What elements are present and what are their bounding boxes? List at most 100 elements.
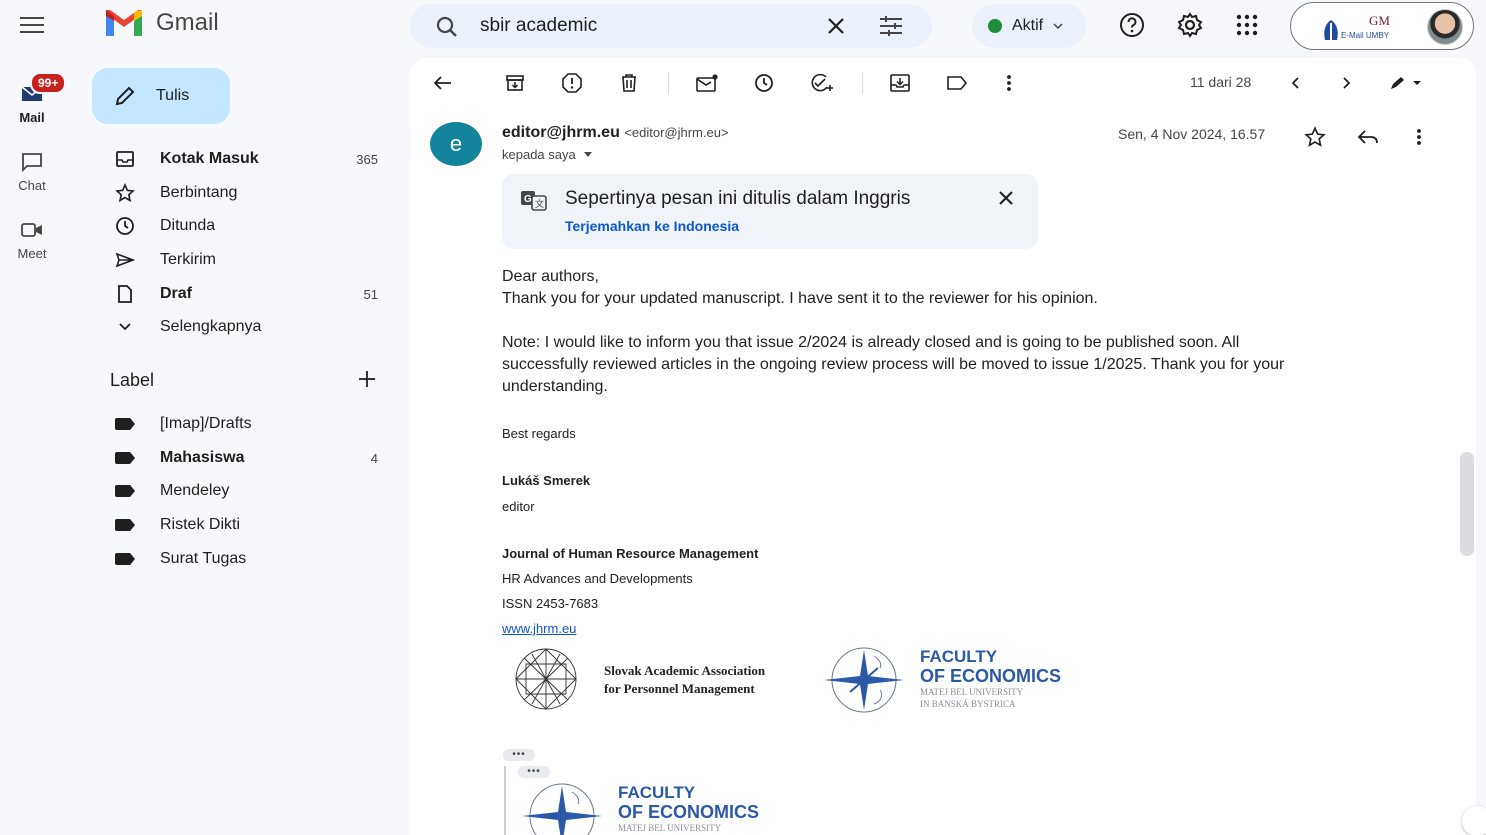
chevron-down-icon [119, 323, 131, 331]
faculty-logo-text: FACULTY OF ECONOMICS MATEJ BEL UNIVERSIT… [618, 784, 759, 834]
older-button[interactable] [1330, 66, 1364, 100]
help-icon [1120, 13, 1144, 37]
rail-chat-label: Chat [18, 178, 46, 193]
sender-avatar[interactable]: e [430, 122, 482, 166]
chevron-down-icon [1053, 23, 1063, 30]
star-icon [115, 183, 135, 203]
close-icon[interactable] [994, 186, 1018, 210]
status-label: Aktif [1012, 17, 1044, 34]
translate-link[interactable]: Terjemahkan ke Indonesia [565, 218, 739, 234]
input-tools-button[interactable] [1382, 66, 1430, 100]
archive-icon [506, 75, 524, 91]
more-vert-icon [1007, 75, 1011, 91]
sidebar-item-inbox[interactable]: Kotak Masuk 365 [76, 143, 396, 175]
rail-mail-label: Mail [19, 110, 45, 125]
sidebar-label-mendeley[interactable]: Mendeley [76, 475, 396, 507]
association-line: for Personnel Management [604, 681, 755, 696]
side-panel-toggle-button[interactable] [1462, 806, 1486, 835]
website-link-text[interactable]: www.jhrm.eu [502, 621, 576, 636]
search-options-icon[interactable] [878, 15, 904, 37]
mark-unread-icon [696, 74, 718, 92]
label-tag-icon [115, 519, 135, 531]
sidebar-item-starred[interactable]: Berbintang [76, 177, 396, 209]
journal-name: Journal of Human Resource Management [502, 546, 759, 561]
top-bar: Gmail sbir academic Aktif GM E-Mail UMBY [0, 0, 1486, 52]
clock-icon [116, 217, 134, 235]
inbox-icon [116, 151, 134, 167]
sidebar-label-imap-drafts[interactable]: [Imap]/Drafts [76, 408, 396, 440]
status-dropdown[interactable]: Aktif [972, 4, 1086, 48]
rail-chat[interactable]: Chat [0, 146, 64, 193]
search-input[interactable]: sbir academic [480, 15, 597, 37]
scrollbar-thumb[interactable] [1460, 452, 1474, 556]
archive-button[interactable] [498, 66, 532, 100]
delete-button[interactable] [612, 66, 646, 100]
settings-button[interactable] [1172, 7, 1208, 43]
label-tag-icon [115, 452, 135, 464]
hamburger-icon [20, 17, 44, 33]
message-date: Sen, 4 Nov 2024, 16.57 [1118, 126, 1266, 142]
move-to-icon [890, 74, 910, 92]
apps-button[interactable] [1229, 7, 1265, 43]
journal-website-link[interactable]: www.jhrm.eu [502, 620, 576, 638]
show-trimmed-content-button[interactable]: ••• [518, 766, 550, 778]
faculty-line: MATEJ BEL UNIVERSITY [618, 823, 722, 833]
snooze-button[interactable] [747, 66, 781, 100]
sidebar-label-surat-tugas[interactable]: Surat Tugas [76, 543, 396, 575]
more-vert-icon [1417, 129, 1421, 145]
account-switcher[interactable]: GM E-Mail UMBY [1290, 2, 1474, 50]
back-button[interactable] [426, 66, 460, 100]
journal-issn: ISSN 2453-7683 [502, 596, 599, 611]
note-line: successfully reviewed articles in the on… [502, 356, 1285, 373]
rail-meet-label: Meet [17, 246, 47, 261]
message-more-button[interactable] [1404, 122, 1434, 152]
sidebar-item-sent[interactable]: Terkirim [76, 244, 396, 276]
sidebar-label-ristek-dikti[interactable]: Ristek Dikti [76, 509, 396, 541]
compose-button[interactable]: Tulis [92, 68, 230, 124]
add-label-icon[interactable] [356, 368, 378, 390]
chevron-right-icon [1343, 77, 1351, 89]
newer-button[interactable] [1278, 66, 1312, 100]
sidebar-item-label: Mendeley [160, 482, 230, 499]
mark-unread-button[interactable] [690, 66, 724, 100]
faculty-line: MATEJ BEL UNIVERSITY [920, 687, 1024, 697]
search-icon[interactable] [436, 16, 458, 38]
sidebar-label-mahasiswa[interactable]: Mahasiswa 4 [76, 442, 396, 474]
sidebar-item-snoozed[interactable]: Ditunda [76, 210, 396, 242]
sidebar-item-count: 4 [370, 450, 378, 466]
pagination-label: 11 dari 28 [1190, 74, 1252, 90]
clear-search-icon[interactable] [824, 14, 848, 38]
caret-down-icon [584, 152, 593, 157]
translate-banner: G文 Sepertinya pesan ini ditulis dalam In… [502, 174, 1038, 249]
unread-badge: 99+ [30, 72, 67, 94]
faculty-line: OF ECONOMICS [920, 666, 1062, 686]
show-trimmed-content-button[interactable]: ••• [503, 749, 535, 761]
body-line: Thank you for your updated manuscript. I… [502, 290, 1098, 307]
star-icon [1304, 126, 1326, 147]
recipient-dropdown[interactable]: kepada saya [502, 147, 593, 162]
trash-icon [622, 74, 636, 92]
sender-name: editor@jhrm.eu [502, 124, 620, 141]
help-button[interactable] [1114, 7, 1150, 43]
main-menu-button[interactable] [14, 10, 50, 40]
labels-button[interactable] [940, 66, 974, 100]
quote-bar [504, 766, 506, 835]
add-task-button[interactable] [805, 66, 839, 100]
user-avatar[interactable] [1427, 9, 1463, 45]
rail-meet[interactable]: Meet [0, 214, 64, 261]
star-button[interactable] [1300, 122, 1330, 152]
sidebar-item-drafts[interactable]: Draf 51 [76, 278, 396, 310]
sender[interactable]: editor@jhrm.eu <editor@jhrm.eu> [502, 124, 729, 142]
sidebar-item-more[interactable]: Selengkapnya [76, 311, 396, 343]
reply-button[interactable] [1353, 122, 1383, 152]
move-to-button[interactable] [883, 66, 917, 100]
org-logo-caption: E-Mail UMBY [1341, 31, 1390, 40]
note-line: Note: I would like to inform you that is… [502, 334, 1240, 351]
gmail-m-icon [106, 10, 142, 36]
report-spam-button[interactable] [555, 66, 589, 100]
recipient-label: kepada saya [502, 147, 576, 162]
reply-icon [1357, 130, 1378, 144]
more-options-button[interactable] [992, 66, 1026, 100]
search-bar[interactable]: sbir academic [410, 4, 932, 48]
gmail-logo[interactable]: Gmail [104, 8, 219, 38]
